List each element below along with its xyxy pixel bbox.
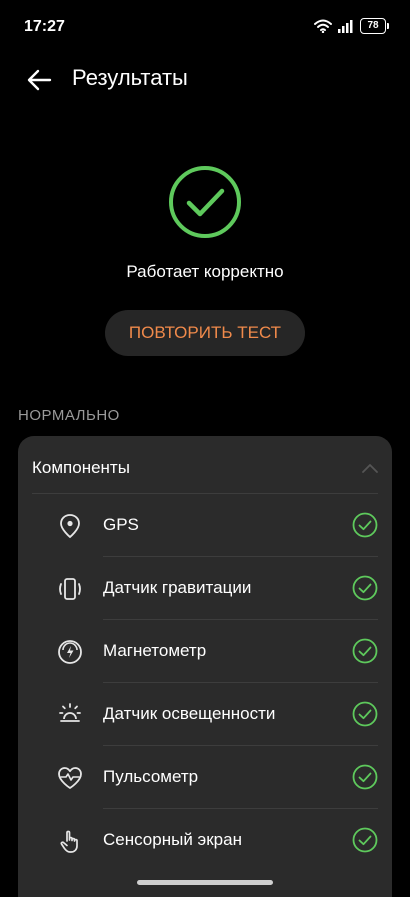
touch-hand-icon [60,830,78,853]
item-label: Пульсометр [103,767,199,786]
list-item-touch-screen[interactable]: Сенсорный экран [18,809,392,872]
check-circle-icon [352,638,378,664]
home-indicator[interactable] [137,880,273,885]
heart-pulse-icon [58,767,82,789]
list-item-heart-rate[interactable]: Пульсометр [18,746,392,809]
item-label: GPS [103,515,139,534]
chevron-up-icon[interactable] [362,463,378,473]
list-item-light-sensor[interactable]: Датчик освещенности [18,683,392,746]
sun-icon [59,703,81,722]
list-item-gps[interactable]: GPS [18,494,392,557]
item-label: Сенсорный экран [103,830,242,849]
section-header: НОРМАЛЬНО [18,407,120,424]
battery-icon: 78 [360,18,389,34]
components-header[interactable]: Компоненты [18,436,392,494]
check-circle-icon [352,512,378,538]
item-label: Магнетометр [103,641,207,660]
status-time: 17:27 [24,18,65,35]
back-arrow-icon[interactable] [24,64,56,96]
check-circle-icon [352,764,378,790]
page-title: Результаты [72,65,188,90]
status-icons: 78 [314,18,389,34]
phone-rotate-icon [59,578,81,600]
compass-bolt-icon [58,640,82,664]
status-bar: 17:27 78 [0,0,410,54]
signal-icon [338,20,353,33]
result-message: Работает корректно [126,262,284,281]
components-card: Компоненты GPS Датчик гравитации Магнето… [18,436,392,897]
check-circle-icon [352,827,378,853]
location-pin-icon [60,514,80,539]
components-title: Компоненты [32,458,130,477]
item-label: Датчик гравитации [103,578,252,597]
list-item-magnetometer[interactable]: Магнетометр [18,620,392,683]
app-bar: Результаты [0,56,410,102]
list-item-gravity-sensor[interactable]: Датчик гравитации [18,557,392,620]
check-circle-icon [352,575,378,601]
item-label: Датчик освещенности [103,704,276,723]
retry-test-button[interactable]: ПОВТОРИТЬ ТЕСТ [105,310,305,356]
check-circle-icon [352,701,378,727]
wifi-icon [314,19,332,33]
success-check-icon [169,166,241,238]
